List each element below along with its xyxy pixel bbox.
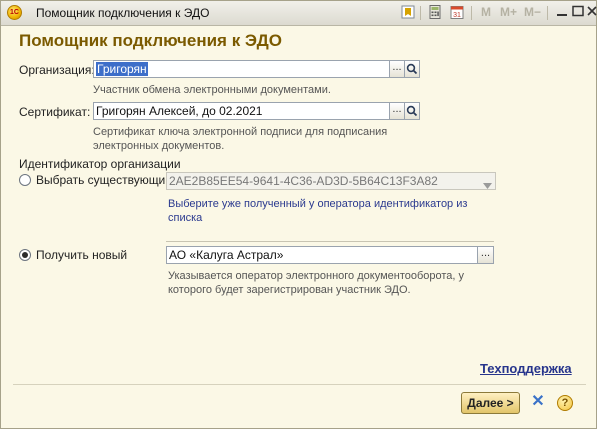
existing-identifier-hint-line1: Выберите уже полученный у оператора иден… xyxy=(168,198,468,210)
organization-search-button[interactable] xyxy=(404,60,420,78)
certificate-field[interactable]: Григорян Алексей, до 02.2021 xyxy=(93,102,391,120)
certificate-hint-line2: электронных документов. xyxy=(93,140,225,152)
magnifier-icon xyxy=(406,63,418,75)
existing-identifier-value: 2AE2B85EE54-9641-4C36-AD3D-5B64C13F3A82 xyxy=(169,174,438,188)
calendar-icon[interactable]: 31 xyxy=(449,5,465,21)
certificate-hint-line1: Сертификат ключа электронной подписи для… xyxy=(93,126,388,138)
next-button[interactable]: Далее > xyxy=(461,392,520,414)
minimize-icon[interactable] xyxy=(554,5,570,21)
select-existing-label[interactable]: Выбрать существующий xyxy=(36,173,172,187)
operator-field[interactable]: АО «Калуга Астрал» xyxy=(166,246,479,264)
magnifier-icon xyxy=(406,105,418,117)
radio-select-existing[interactable] xyxy=(19,174,31,186)
title-bar: 1С Помощник подключения к ЭДО 31 M M+ M− xyxy=(1,1,597,26)
calendar-day-label: 31 xyxy=(453,12,461,19)
radio-get-new[interactable] xyxy=(19,249,31,261)
organization-value: Григорян xyxy=(96,62,148,76)
chevron-down-icon xyxy=(483,178,492,192)
certificate-select-button[interactable]: ... xyxy=(389,102,405,120)
memory-m-button[interactable]: M xyxy=(481,5,491,19)
help-icon[interactable]: ? xyxy=(557,395,573,411)
certificate-search-button[interactable] xyxy=(404,102,420,120)
operator-hint-line2: которого будет зарегистрирован участник … xyxy=(168,284,411,296)
app-logo-icon: 1С xyxy=(7,5,22,20)
window-title: Помощник подключения к ЭДО xyxy=(36,6,210,20)
memory-minus-button[interactable]: M− xyxy=(524,5,541,19)
toolbar-separator xyxy=(420,6,421,20)
operator-value: АО «Калуга Астрал» xyxy=(169,248,284,262)
organization-hint: Участник обмена электронными документами… xyxy=(93,84,331,96)
dialog-window: 1С Помощник подключения к ЭДО 31 M M+ M−… xyxy=(0,0,597,429)
support-link[interactable]: Техподдержка xyxy=(480,361,572,376)
certificate-value: Григорян Алексей, до 02.2021 xyxy=(96,104,263,118)
operator-select-button[interactable]: ... xyxy=(477,246,494,264)
identifier-section-label: Идентификатор организации xyxy=(19,157,181,171)
existing-identifier-hint-line2: списка xyxy=(168,212,203,224)
bookmark-icon[interactable] xyxy=(400,5,416,21)
close-icon[interactable] xyxy=(584,5,597,21)
close-icon[interactable]: ✕ xyxy=(530,393,546,411)
organization-field[interactable]: Григорян xyxy=(93,60,391,78)
toolbar-separator xyxy=(547,6,548,20)
get-new-label[interactable]: Получить новый xyxy=(36,248,127,262)
page-title: Помощник подключения к ЭДО xyxy=(19,31,282,50)
calculator-icon[interactable] xyxy=(427,5,443,21)
organization-select-button[interactable]: ... xyxy=(389,60,405,78)
toolbar-separator xyxy=(471,6,472,20)
operator-hint-line1: Указывается оператор электронного докуме… xyxy=(168,270,465,282)
organization-label: Организация: xyxy=(19,63,95,77)
section-divider xyxy=(166,241,494,242)
memory-plus-button[interactable]: M+ xyxy=(500,5,517,19)
footer-divider xyxy=(13,384,586,385)
existing-identifier-select[interactable]: 2AE2B85EE54-9641-4C36-AD3D-5B64C13F3A82 xyxy=(166,172,496,190)
certificate-label: Сертификат: xyxy=(19,105,91,119)
